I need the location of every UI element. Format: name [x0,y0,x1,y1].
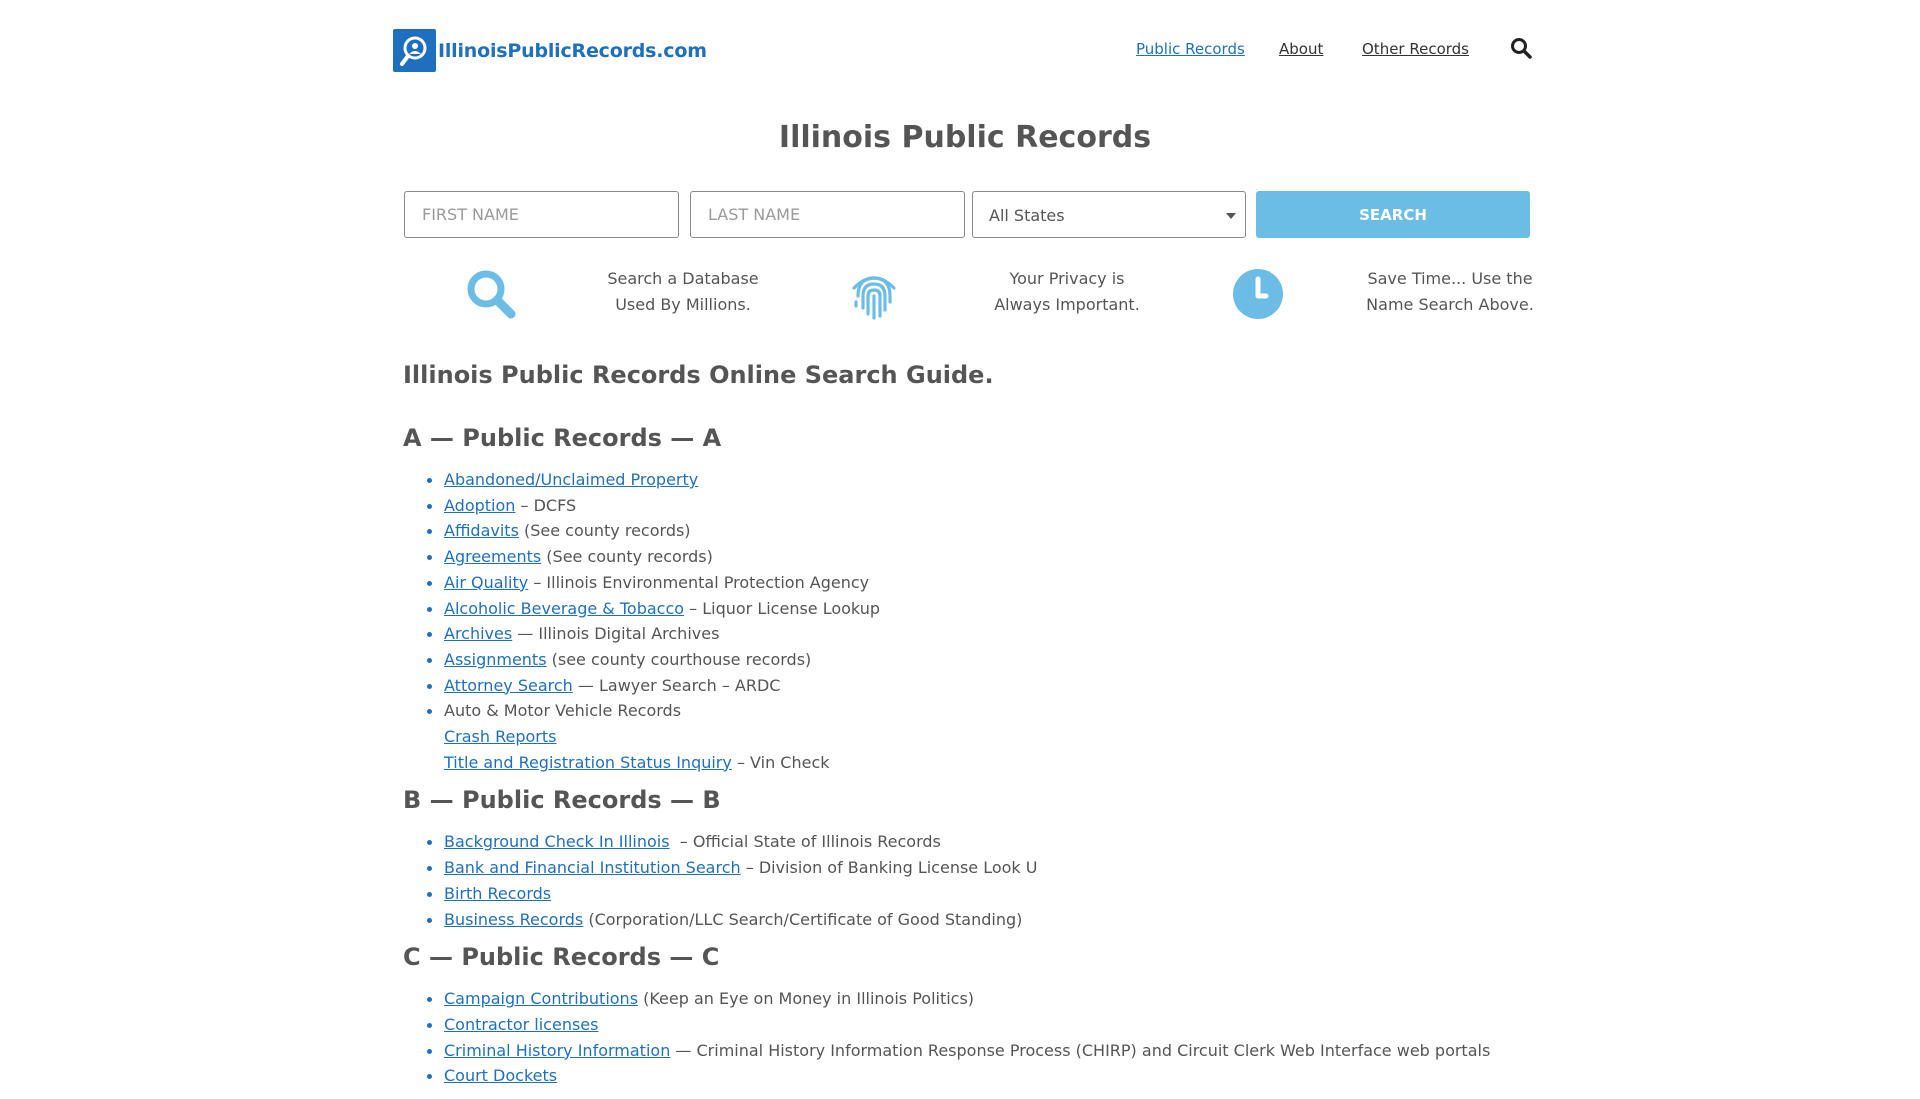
record-note: — Illinois Digital Archives [512,624,720,644]
record-link[interactable]: Criminal History Information [444,1041,670,1060]
guide-heading: Illinois Public Records Online Search Gu… [403,361,994,389]
records-guide: Illinois Public Records Online Search Gu… [403,360,1553,1099]
list-item: Contractor licenses [427,1012,1553,1038]
list-item-auto-records: Auto & Motor Vehicle Records Crash Repor… [427,698,1553,776]
nav-about[interactable]: About [1279,40,1323,58]
record-note: (Keep an Eye on Money in Illinois Politi… [638,989,975,1009]
list-item: Criminal History Information — Criminal … [427,1038,1553,1064]
logo-text: IllinoisPublicRecords.com [438,39,707,62]
records-list-c: Campaign Contributions (Keep an Eye on M… [403,986,1553,1089]
feature-line: Always Important. [994,295,1140,314]
clock-icon [1230,266,1286,326]
list-item: Air Quality – Illinois Environmental Pro… [427,570,1553,596]
feature-line: Name Search Above. [1366,295,1534,314]
auto-sublink-row: Crash Reports [444,724,1553,750]
list-item: Attorney Search — Lawyer Search – ARDC [427,673,1553,699]
feature-line: Search a Database [607,269,759,288]
crash-reports-link[interactable]: Crash Reports [444,727,557,746]
record-note: (Corporation/LLC Search/Certificate of G… [583,909,1023,929]
record-link[interactable]: Birth Records [444,884,551,903]
list-item: Background Check In Illinois – Official … [427,829,1553,855]
section-heading-a: A — Public Records — A [403,424,722,452]
record-link[interactable]: Campaign Contributions [444,989,638,1008]
search-icon[interactable] [1510,37,1532,63]
list-item: Archives — Illinois Digital Archives [427,621,1553,647]
nav-other-records[interactable]: Other Records [1362,40,1469,58]
state-select[interactable]: All States [972,191,1246,238]
feature-time-text: Save Time... Use the Name Search Above. [1330,266,1570,318]
feature-line: Your Privacy is [1009,269,1125,288]
title-registration-link[interactable]: Title and Registration Status Inquiry [444,753,732,772]
list-item: Bank and Financial Institution Search – … [427,855,1553,881]
list-item: Affidavits (See county records) [427,518,1553,544]
records-list-b: Background Check In Illinois – Official … [403,829,1553,932]
record-link[interactable]: Business Records [444,910,583,929]
records-list-a: Abandoned/Unclaimed Property Adoption – … [403,467,1553,775]
page-title: Illinois Public Records [778,120,1152,155]
record-link[interactable]: Adoption [444,496,515,515]
list-item: Alcoholic Beverage & Tobacco – Liquor Li… [427,596,1553,622]
record-link[interactable]: Affidavits [444,521,519,540]
record-note: (See county records) [518,521,691,541]
record-link[interactable]: Court Dockets [444,1066,557,1085]
first-name-input[interactable] [404,191,679,238]
record-link[interactable]: Agreements [444,547,541,566]
list-item: Agreements (See county records) [427,544,1553,570]
record-note: — Criminal History Information Response … [670,1040,1491,1060]
feature-line: Save Time... Use the [1367,269,1533,288]
feature-privacy-text: Your Privacy is Always Important. [947,266,1187,318]
list-item: Assignments (see county courthouse recor… [427,647,1553,673]
list-item: Abandoned/Unclaimed Property [427,467,1553,493]
nav-public-records[interactable]: Public Records [1136,40,1245,58]
last-name-input[interactable] [690,191,965,238]
magnifier-icon [463,266,519,326]
section-heading-c: C — Public Records — C [403,943,720,972]
logo-magnifier-icon [393,29,436,72]
list-item: Court Dockets [427,1063,1553,1089]
fingerprint-icon [846,266,902,326]
list-item: Business Records (Corporation/LLC Search… [427,907,1553,933]
feature-database-text: Search a Database Used By Millions. [563,266,803,318]
record-link[interactable]: Archives [444,624,512,643]
search-button[interactable]: SEARCH [1256,191,1530,238]
record-link[interactable]: Contractor licenses [444,1015,598,1034]
section-heading-b: B — Public Records — B [403,786,721,815]
record-link[interactable]: Background Check In Illinois [444,832,670,851]
record-link[interactable]: Attorney Search [444,676,573,695]
record-note: – Liquor License Lookup [684,598,880,618]
record-link[interactable]: Alcoholic Beverage & Tobacco [444,599,684,618]
record-note: – Illinois Environmental Protection Agen… [528,572,870,592]
site-header: IllinoisPublicRecords.com Public Records… [0,0,1920,100]
site-logo[interactable]: IllinoisPublicRecords.com [393,29,707,72]
list-item: Birth Records [427,881,1553,907]
feature-line: Used By Millions. [615,295,751,314]
record-note: – Division of Banking License Look U [740,858,1038,878]
record-note: – Official State of Illinois Records [669,832,941,852]
list-item: Campaign Contributions (Keep an Eye on M… [427,986,1553,1012]
chevron-down-icon [1226,213,1236,219]
record-note: (see county courthouse records) [546,649,812,669]
record-link[interactable]: Abandoned/Unclaimed Property [444,470,698,489]
record-note: (See county records) [541,547,713,567]
auto-records-label: Auto & Motor Vehicle Records [444,701,682,721]
auto-sublink-row: Title and Registration Status Inquiry – … [444,750,1553,776]
list-item: Adoption – DCFS [427,493,1553,519]
record-note: — Lawyer Search – ARDC [572,675,781,695]
page: IllinoisPublicRecords.com Public Records… [0,0,1920,1085]
record-note: – DCFS [515,495,577,515]
record-link[interactable]: Bank and Financial Institution Search [444,858,741,877]
record-link[interactable]: Air Quality [444,573,528,592]
record-note: – Vin Check [731,752,830,772]
state-select-value: All States [989,206,1065,225]
record-link[interactable]: Assignments [444,650,547,669]
